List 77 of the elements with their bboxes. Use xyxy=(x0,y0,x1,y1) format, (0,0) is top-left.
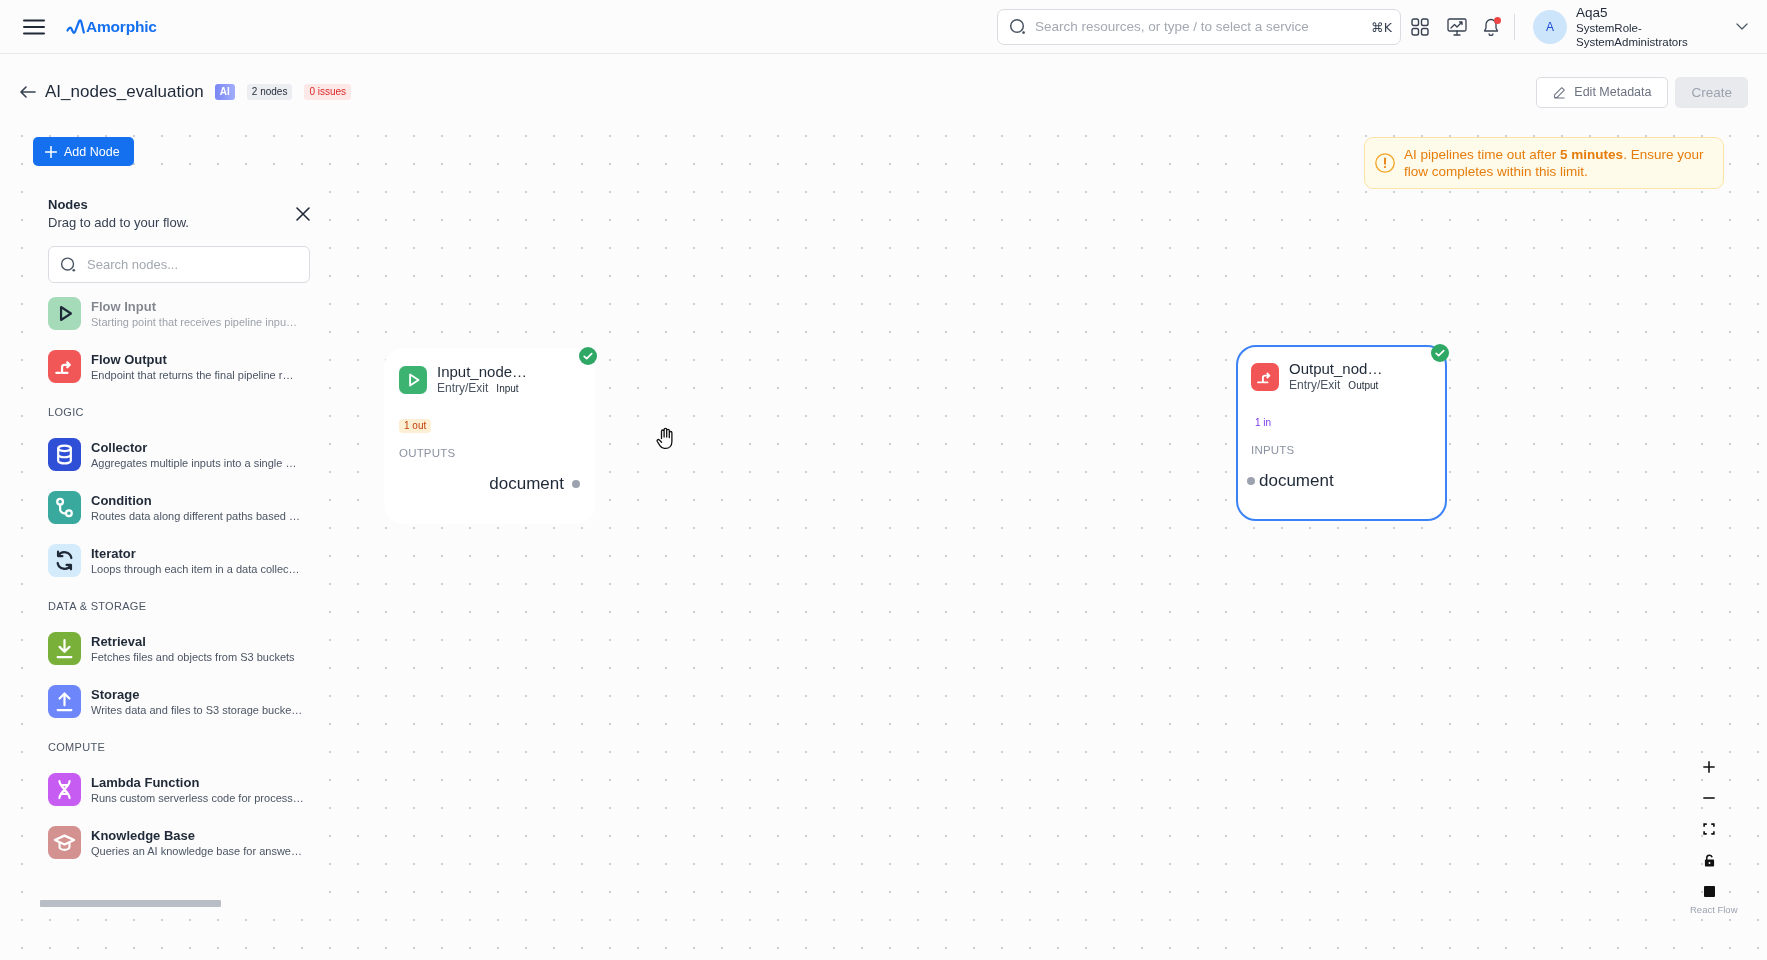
search-icon xyxy=(1009,17,1027,36)
node-name[interactable]: Lambda Function xyxy=(91,774,200,791)
ai-tag: AI xyxy=(214,84,235,100)
chevron-down-icon xyxy=(1736,23,1748,30)
account-menu-button[interactable] xyxy=(1736,23,1748,30)
node-title: Input_node… xyxy=(437,363,528,380)
node-type-label: Output xyxy=(1348,380,1379,391)
close-button[interactable] xyxy=(296,207,310,221)
keyboard-shortcut: ⌘K xyxy=(1371,19,1392,34)
search-icon xyxy=(60,256,77,273)
node-name[interactable]: Condition xyxy=(91,492,152,509)
port-count-badge: 1 out xyxy=(399,419,432,433)
filled-square-icon xyxy=(1703,885,1715,897)
handle-dot-icon[interactable] xyxy=(1247,477,1255,485)
notifications-button[interactable] xyxy=(1483,17,1499,36)
node-description: Routes data along different paths based … xyxy=(91,508,300,523)
port-section-label: INPUTS xyxy=(1251,443,1296,457)
user-name: Aqa5 xyxy=(1576,4,1609,21)
menu-button[interactable] xyxy=(23,18,45,35)
node-description: Aggregates multiple inputs into a single … xyxy=(91,455,297,470)
node-count-badge: 2 nodes xyxy=(246,84,293,100)
close-icon xyxy=(296,207,310,221)
hand-cursor-icon xyxy=(656,427,676,450)
apps-button[interactable] xyxy=(1411,17,1429,36)
node-description: Runs custom serverless code for process… xyxy=(91,790,304,805)
monitor-chart-icon xyxy=(1447,17,1467,36)
section-heading: LOGIC xyxy=(48,405,85,420)
node-name[interactable]: Collector xyxy=(91,439,148,456)
issue-count-badge: 0 issues xyxy=(304,84,352,100)
node-description: Queries an AI knowledge base for answe… xyxy=(91,843,302,858)
node-description: Fetches files and objects from S3 buckets xyxy=(91,649,295,664)
corner-brackets-icon xyxy=(1703,823,1715,835)
back-arrow-icon xyxy=(20,86,36,98)
menu-icon xyxy=(23,18,45,35)
user-avatar[interactable]: A xyxy=(1533,9,1567,44)
node-description: Writes data and files to S3 storage bucke… xyxy=(91,702,303,717)
node-title: Output_nod… xyxy=(1289,360,1383,377)
node-type-label: Input xyxy=(496,383,519,394)
flow-node-card[interactable]: Output_nod… Entry/Exit Output 1 in INPUTS document xyxy=(1236,345,1447,521)
warning-message: AI pipelines time out after 5 minutes. Ensure your flow completes within this limit. xyxy=(1404,146,1705,180)
bell-icon xyxy=(1483,17,1499,36)
node-description: Loops through each item in a data collec… xyxy=(91,561,300,576)
warning-icon xyxy=(1375,153,1395,173)
node-name[interactable]: Iterator xyxy=(91,545,136,562)
pencil-icon xyxy=(1553,85,1567,99)
back-button[interactable] xyxy=(20,86,36,98)
plus-icon xyxy=(45,145,57,158)
node-category: Entry/Exit xyxy=(1289,378,1341,393)
port-section-label: OUTPUTS xyxy=(399,446,457,460)
scrollbar-thumb[interactable] xyxy=(40,900,221,907)
section-heading: DATA & STORAGE xyxy=(48,599,148,614)
handle-dot-icon[interactable] xyxy=(572,480,580,488)
add-node-button[interactable]: Add Node xyxy=(33,137,134,166)
grid-icon xyxy=(1411,17,1429,36)
node-description: Starting point that receives pipeline inpu… xyxy=(91,314,298,329)
port-name: document xyxy=(1259,470,1334,492)
minus-icon xyxy=(1702,797,1716,799)
edit-metadata-button[interactable]: Edit Metadata xyxy=(1536,76,1669,108)
section-heading: COMPUTE xyxy=(48,740,107,755)
node-name[interactable]: Knowledge Base xyxy=(91,827,196,844)
node-name[interactable]: Flow Input xyxy=(91,298,156,315)
search-field[interactable]: Search nodes... xyxy=(48,246,310,283)
monitoring-button[interactable] xyxy=(1447,17,1467,36)
page-title: AI_nodes_evaluation xyxy=(45,81,204,103)
logo-text[interactable]: Amorphic xyxy=(86,17,157,36)
wave-logo-icon xyxy=(66,17,85,36)
panel-subtitle: Drag to add to your flow. xyxy=(48,214,189,232)
panel-title: Nodes xyxy=(48,196,89,214)
plus-icon xyxy=(1702,760,1716,774)
user-role: SystemRole-SystemAdministrators xyxy=(1576,20,1689,49)
node-category: Entry/Exit xyxy=(437,381,489,396)
node-name[interactable]: Flow Output xyxy=(91,351,167,368)
node-name[interactable]: Storage xyxy=(91,686,140,703)
node-description: Endpoint that returns the final pipeline r… xyxy=(91,367,294,382)
port-count-label: 1 in xyxy=(1254,416,1273,430)
port-name: document xyxy=(489,473,564,495)
node-name[interactable]: Retrieval xyxy=(91,633,146,650)
